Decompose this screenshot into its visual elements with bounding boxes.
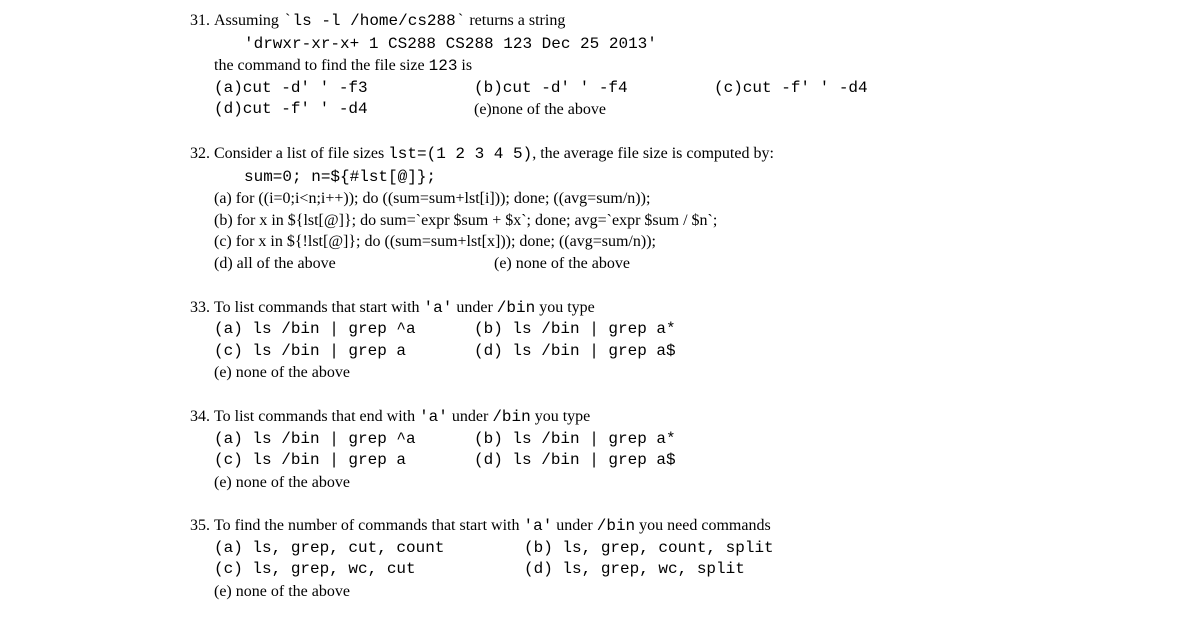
text: the command to find the file size	[214, 57, 429, 74]
option-e: (e) none of the above	[214, 474, 350, 491]
text: under	[448, 408, 492, 425]
text: returns a string	[465, 12, 565, 29]
option-c: (c) ls /bin | grep a	[214, 341, 474, 363]
code: /bin	[492, 408, 530, 426]
text: you type	[535, 299, 595, 316]
option-b: (b)cut -d' ' -f4	[474, 78, 714, 100]
text: you need commands	[635, 517, 771, 534]
text: you type	[531, 408, 591, 425]
option-c: (c)cut -f' ' -d4	[714, 78, 914, 100]
option-e: (e) none of the above	[494, 253, 630, 275]
text: To list commands that end with	[214, 408, 419, 425]
code: /bin	[597, 517, 635, 535]
question-32: 32. Consider a list of file sizes lst=(1…	[180, 143, 1030, 275]
option-a: (a) ls /bin | grep ^a	[214, 319, 474, 341]
question-body: To find the number of commands that star…	[214, 515, 1014, 602]
option-c: (c) ls, grep, wc, cut	[214, 559, 524, 581]
option-d: (d) ls /bin | grep a$	[474, 450, 714, 472]
option-a: (a) ls, grep, cut, count	[214, 538, 524, 560]
code: `ls -l /home/cs288`	[283, 12, 465, 30]
option-c: (c) for x in ${!lst[@]}; do ((sum=sum+ls…	[214, 233, 656, 250]
question-31: 31. Assuming `ls -l /home/cs288` returns…	[180, 10, 1030, 121]
question-body: To list commands that end with 'a' under…	[214, 406, 1014, 493]
option-b: (b) ls, grep, count, split	[524, 538, 824, 560]
code: 'a'	[424, 299, 453, 317]
option-e: (e) none of the above	[214, 364, 350, 381]
option-b: (b) ls /bin | grep a*	[474, 319, 714, 341]
text: under	[552, 517, 596, 534]
text: Consider a list of file sizes	[214, 145, 388, 162]
question-33: 33. To list commands that start with 'a'…	[180, 297, 1030, 384]
question-number: 31.	[180, 10, 210, 32]
text: To find the number of commands that star…	[214, 517, 523, 534]
question-number: 34.	[180, 406, 210, 428]
code: sum=0; n=${#lst[@]};	[214, 167, 436, 189]
option-e: (e) none of the above	[214, 583, 350, 600]
option-b: (b) for x in ${lst[@]}; do sum=`expr $su…	[214, 212, 717, 229]
question-number: 33.	[180, 297, 210, 319]
question-body: To list commands that start with 'a' und…	[214, 297, 1014, 384]
option-d: (d) all of the above	[214, 253, 494, 275]
option-a: (a) for ((i=0;i<n;i++)); do ((sum=sum+ls…	[214, 190, 650, 207]
text: Assuming	[214, 12, 283, 29]
option-e: (e)none of the above	[474, 99, 714, 121]
option-a: (a) ls /bin | grep ^a	[214, 429, 474, 451]
code: /bin	[497, 299, 535, 317]
code: lst=(1 2 3 4 5)	[388, 145, 532, 163]
question-34: 34. To list commands that end with 'a' u…	[180, 406, 1030, 493]
option-a: (a)cut -d' ' -f3	[214, 78, 474, 100]
code: 'a'	[523, 517, 552, 535]
option-d: (d) ls, grep, wc, split	[524, 559, 824, 581]
code: 'drwxr-xr-x+ 1 CS288 CS288 123 Dec 25 20…	[214, 34, 657, 56]
question-number: 35.	[180, 515, 210, 537]
option-d: (d)cut -f' ' -d4	[214, 99, 474, 121]
question-body: Assuming `ls -l /home/cs288` returns a s…	[214, 10, 1014, 121]
question-number: 32.	[180, 143, 210, 165]
option-c: (c) ls /bin | grep a	[214, 450, 474, 472]
text: To list commands that start with	[214, 299, 424, 316]
option-d: (d) ls /bin | grep a$	[474, 341, 714, 363]
question-body: Consider a list of file sizes lst=(1 2 3…	[214, 143, 1014, 275]
question-35: 35. To find the number of commands that …	[180, 515, 1030, 602]
text: is	[457, 57, 472, 74]
option-b: (b) ls /bin | grep a*	[474, 429, 714, 451]
code: 123	[429, 57, 458, 75]
text: , the average file size is computed by:	[532, 145, 774, 162]
text: under	[452, 299, 496, 316]
code: 'a'	[419, 408, 448, 426]
